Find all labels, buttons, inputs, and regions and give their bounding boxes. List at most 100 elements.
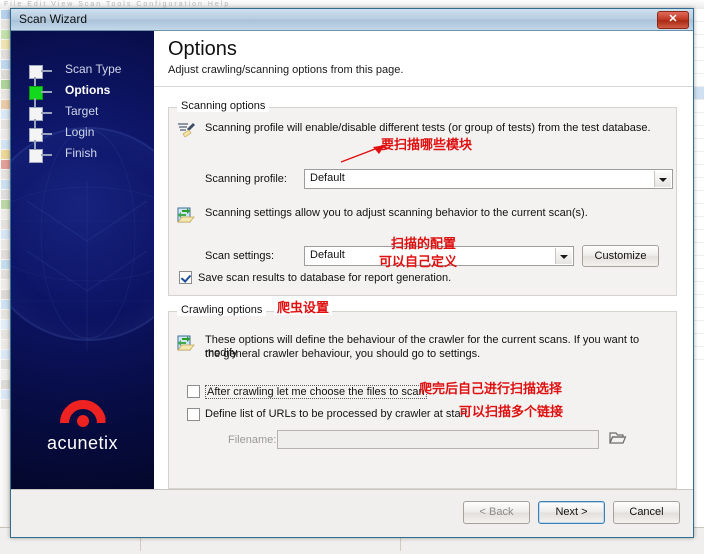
background-tool-icon bbox=[1, 10, 10, 19]
background-tool-icon bbox=[1, 130, 10, 139]
chevron-down-icon[interactable] bbox=[654, 171, 671, 187]
scan-wizard-dialog: Scan Wizard ✕ Scan Type Options Target L… bbox=[10, 8, 694, 538]
background-tool-icon bbox=[1, 330, 10, 339]
sidebar-item-label: Scan Type bbox=[65, 62, 122, 76]
background-tool-icon bbox=[1, 160, 10, 169]
step-stub bbox=[41, 91, 52, 93]
step-indicator-box bbox=[29, 128, 43, 142]
step-connector bbox=[34, 119, 36, 128]
background-tool-icon bbox=[1, 310, 10, 319]
step-stub bbox=[41, 154, 52, 156]
background-tool-icon bbox=[1, 120, 10, 129]
step-indicator-box bbox=[29, 65, 43, 79]
acunetix-logo-text: acunetix bbox=[46, 433, 119, 453]
sidebar-item-label: Finish bbox=[65, 146, 98, 160]
chevron-down-icon[interactable] bbox=[555, 248, 572, 264]
crawler-icon bbox=[177, 334, 197, 354]
background-tool-icon bbox=[1, 110, 10, 119]
background-tool-icon bbox=[1, 240, 10, 249]
banner-wire-decoration bbox=[17, 181, 154, 351]
scan-settings-value: Default bbox=[310, 249, 345, 261]
background-tool-icon bbox=[1, 370, 10, 379]
page-title: Options bbox=[168, 38, 237, 60]
step-indicator-box bbox=[29, 107, 43, 121]
scan-settings-hint: Scanning settings allow you to adjust sc… bbox=[205, 207, 588, 219]
background-tool-icon bbox=[1, 350, 10, 359]
background-tool-icon bbox=[1, 360, 10, 369]
after-crawling-checkbox[interactable] bbox=[187, 385, 200, 398]
step-stub bbox=[41, 133, 52, 135]
background-tool-icon bbox=[1, 340, 10, 349]
annotation-scan-config-line1: 扫描的配置 bbox=[391, 236, 457, 251]
page-subtitle: Adjust crawling/scanning options from th… bbox=[168, 64, 404, 76]
step-stub bbox=[41, 112, 52, 114]
scanning-profile-select[interactable]: Default bbox=[304, 169, 673, 189]
background-tool-icon bbox=[1, 210, 10, 219]
close-icon[interactable]: ✕ bbox=[657, 11, 689, 29]
background-tool-icon bbox=[1, 220, 10, 229]
annotation-arrow-icon bbox=[340, 145, 385, 163]
crawling-hint-line-2: the general crawler behaviour, you shoul… bbox=[205, 348, 481, 360]
background-tool-icon bbox=[1, 50, 10, 59]
next-button[interactable]: Next > bbox=[538, 501, 605, 524]
save-results-label[interactable]: Save scan results to database for report… bbox=[198, 272, 451, 284]
save-results-checkbox[interactable] bbox=[179, 271, 192, 284]
scanning-options-panel: Scanning options Scanning profile will e… bbox=[168, 100, 677, 296]
filename-label: Filename: bbox=[228, 434, 277, 446]
background-tool-icon bbox=[1, 290, 10, 299]
background-tool-icon bbox=[1, 280, 10, 289]
sidebar-item-label: Login bbox=[65, 125, 95, 139]
scanning-profile-value: Default bbox=[310, 172, 345, 184]
wizard-banner: Scan Type Options Target Login Finish ac… bbox=[11, 31, 154, 490]
define-urls-label[interactable]: Define list of URLs to be processed by c… bbox=[205, 408, 467, 420]
customize-button[interactable]: Customize bbox=[582, 245, 659, 267]
dialog-title: Scan Wizard bbox=[19, 12, 88, 26]
background-tool-icon bbox=[1, 300, 10, 309]
crawling-options-legend: Crawling options bbox=[177, 304, 267, 316]
background-tool-icon bbox=[1, 20, 10, 29]
annotation-crawler-settings: 爬虫设置 bbox=[274, 300, 333, 315]
background-tool-icon bbox=[1, 30, 10, 39]
dialog-titlebar[interactable]: Scan Wizard ✕ bbox=[11, 9, 693, 31]
step-indicator-box bbox=[29, 86, 43, 100]
step-indicator-box bbox=[29, 149, 43, 163]
acunetix-logo-icon bbox=[59, 400, 106, 427]
filename-input[interactable] bbox=[277, 430, 599, 449]
annotation-define-urls: 可以扫描多个链接 bbox=[459, 404, 564, 419]
after-crawling-label[interactable]: After crawling let me choose the files t… bbox=[205, 385, 427, 399]
background-tool-icon bbox=[1, 260, 10, 269]
step-stub bbox=[41, 70, 52, 72]
scan-settings-icon bbox=[177, 206, 197, 226]
dialog-button-bar: < Back Next > Cancel bbox=[11, 489, 693, 537]
acunetix-logo: acunetix bbox=[11, 400, 154, 454]
crawling-options-panel: Crawling options 爬虫设置 These options will… bbox=[168, 300, 677, 489]
background-tool-icon bbox=[1, 40, 10, 49]
background-tool-icon bbox=[1, 320, 10, 329]
background-tool-icon bbox=[1, 70, 10, 79]
sidebar-item-label: Options bbox=[65, 83, 111, 97]
scanning-profile-label: Scanning profile: bbox=[205, 173, 287, 185]
background-tool-icon bbox=[1, 80, 10, 89]
scanning-options-legend: Scanning options bbox=[177, 100, 270, 112]
background-tool-icon bbox=[1, 200, 10, 209]
step-connector bbox=[34, 77, 36, 86]
background-tool-icon bbox=[1, 150, 10, 159]
background-tool-icon bbox=[1, 140, 10, 149]
background-tool-icon bbox=[1, 180, 10, 189]
background-tool-icon bbox=[1, 400, 10, 409]
wizard-content: Options Adjust crawling/scanning options… bbox=[154, 31, 693, 490]
background-tool-icon bbox=[1, 270, 10, 279]
open-folder-icon[interactable] bbox=[609, 429, 627, 447]
annotation-after-crawling: 爬完后自己进行扫描选择 bbox=[419, 381, 563, 396]
step-connector bbox=[34, 98, 36, 107]
annotation-scan-config-line2: 可以自己定义 bbox=[379, 254, 458, 269]
background-tool-icon bbox=[1, 90, 10, 99]
back-button[interactable]: < Back bbox=[463, 501, 530, 524]
background-tool-icon bbox=[1, 390, 10, 399]
cancel-button[interactable]: Cancel bbox=[613, 501, 680, 524]
define-urls-checkbox[interactable] bbox=[187, 408, 200, 421]
close-glyph: ✕ bbox=[668, 13, 678, 25]
sidebar-item-label: Target bbox=[65, 104, 99, 118]
background-tool-icon bbox=[1, 380, 10, 389]
broom-icon bbox=[176, 120, 198, 142]
